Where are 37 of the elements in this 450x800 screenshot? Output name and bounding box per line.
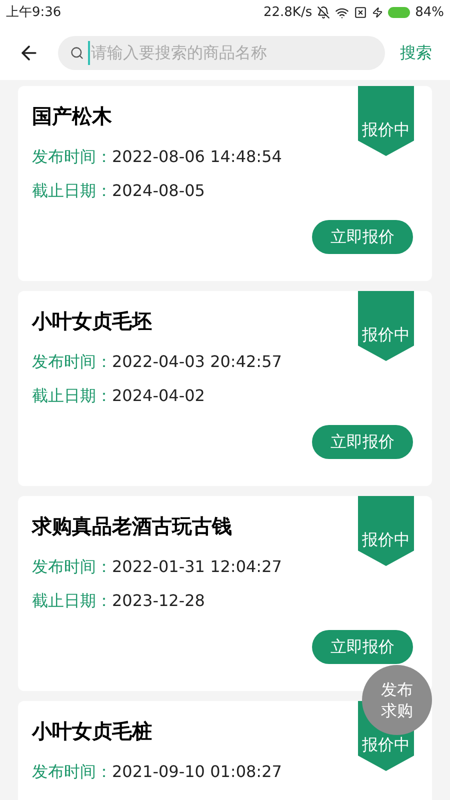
publish-time: 2021-09-10 01:08:27 [112,761,282,783]
wifi-icon [335,6,350,20]
deadline-date: 2023-12-28 [112,590,205,612]
listing-title: 小叶女贞毛桩 [32,718,152,745]
network-speed: 22.8K/s [263,4,312,22]
mute-icon [317,6,330,19]
listing-title: 小叶女贞毛坯 [32,308,152,335]
field-label: 发布时间： [32,146,112,168]
charging-icon [372,7,384,18]
publish-time: 2022-08-06 14:48:54 [112,146,282,168]
field-label: 截止日期： [32,590,112,612]
listing-card[interactable]: 小叶女贞毛坯 报价中 发布时间：2022-04-03 20:42:57 截止日期：2024-04-02 立即报价 [18,291,432,486]
field-label: 截止日期： [32,385,112,407]
field-label: 发布时间： [32,351,112,373]
quote-button[interactable]: 立即报价 [312,630,413,664]
listing-title: 求购真品老酒古玩古钱 [32,513,232,540]
deadline-date: 2024-04-02 [112,385,205,407]
listing-card[interactable]: 国产松木 报价中 发布时间：2022-08-06 14:48:54 截止日期：2024-08-05 立即报价 [18,86,432,281]
battery-icon [388,7,410,18]
publish-time: 2022-04-03 20:42:57 [112,351,282,373]
status-ribbon: 报价中 [358,291,414,361]
publish-time: 2022-01-31 12:04:27 [112,556,282,578]
search-icon [70,46,84,60]
field-label: 发布时间： [32,761,112,783]
field-label: 发布时间： [32,556,112,578]
search-button[interactable]: 搜索 [400,40,432,64]
listing-title: 国产松木 [32,103,112,130]
search-field[interactable]: 请输入要搜索的商品名称 [58,36,385,70]
status-ribbon: 报价中 [358,86,414,156]
deadline-date: 2024-08-05 [112,180,205,202]
battery-level: 84% [415,4,444,22]
status-ribbon: 报价中 [358,496,414,566]
quote-button[interactable]: 立即报价 [312,425,413,459]
quote-button[interactable]: 立即报价 [312,220,413,254]
no-sim-icon [354,6,368,19]
status-time: 上午9:36 [6,4,62,22]
field-label: 截止日期： [32,180,112,202]
